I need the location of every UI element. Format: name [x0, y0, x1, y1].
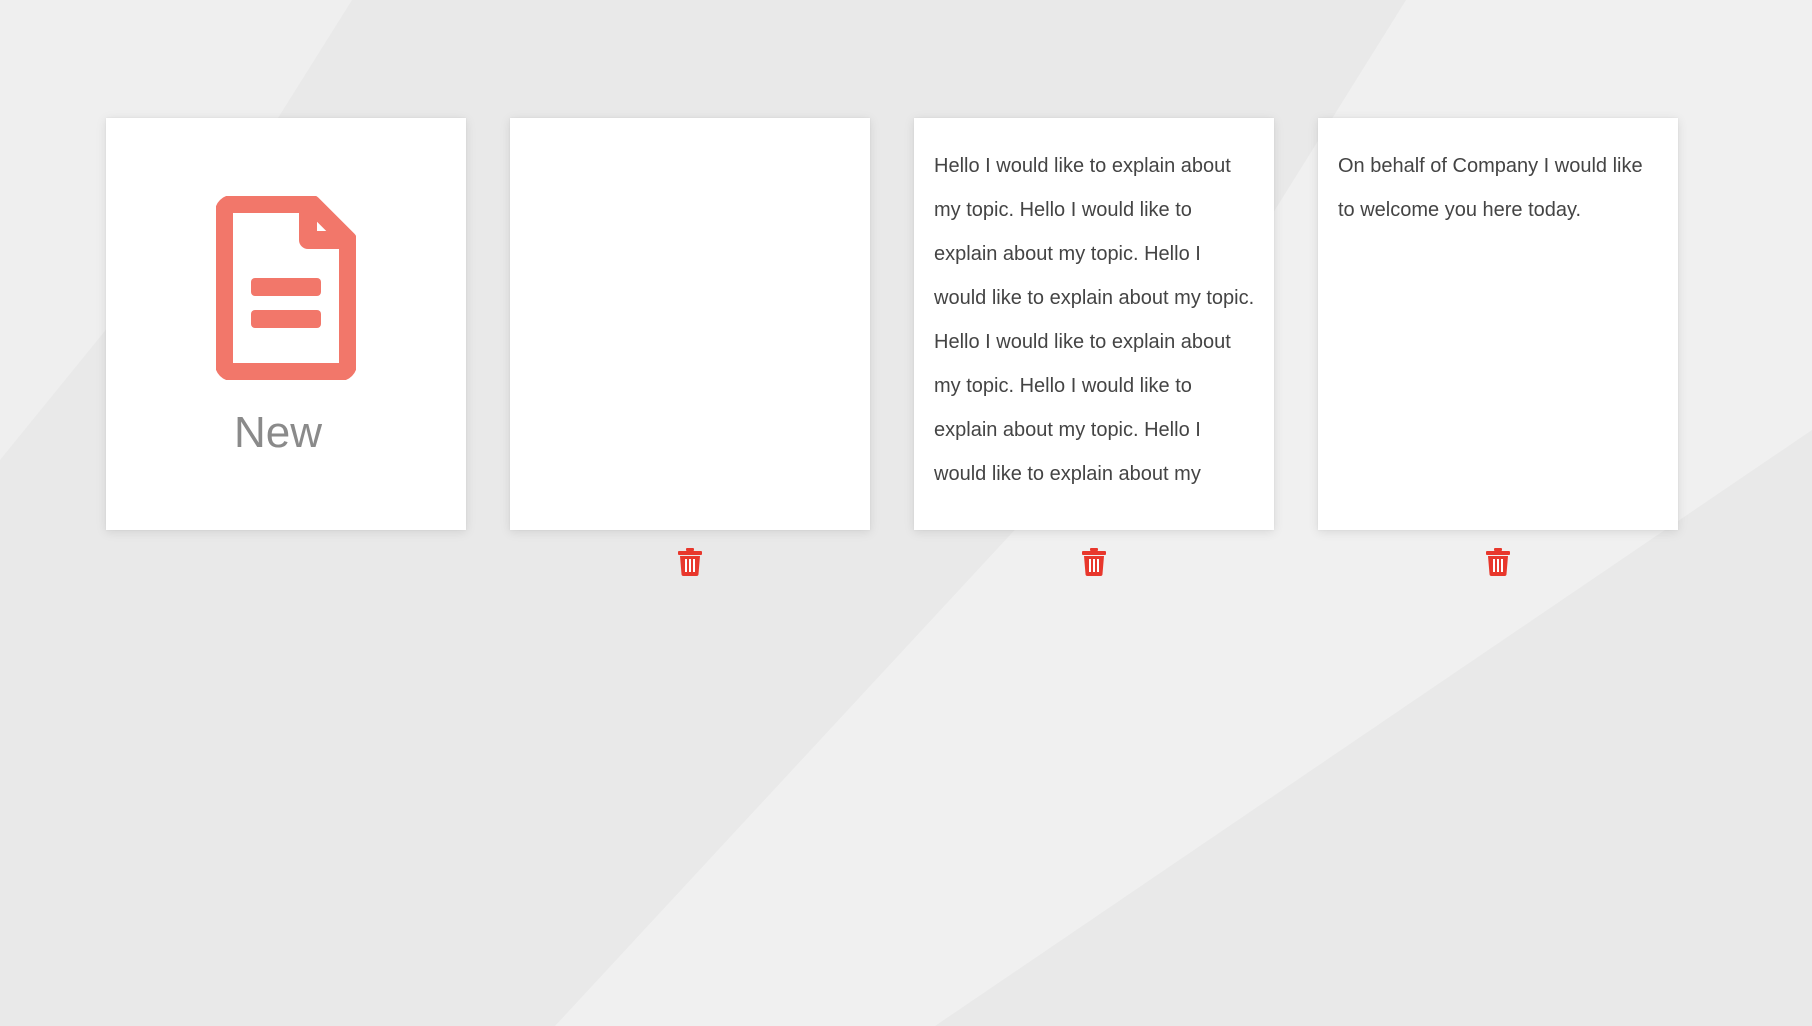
- document-icon: [215, 195, 357, 381]
- delete-note-button[interactable]: [678, 548, 702, 576]
- note-text: Hello I would like to explain about my t…: [934, 155, 1255, 485]
- new-document-card[interactable]: New: [106, 118, 466, 530]
- trash-icon: [1082, 548, 1106, 576]
- new-label: New: [233, 408, 323, 457]
- note-card[interactable]: On behalf of Company I would like to wel…: [1318, 118, 1678, 530]
- trash-icon: [678, 548, 702, 576]
- delete-note-button[interactable]: [1082, 548, 1106, 576]
- note-text: On behalf of Company I would like to wel…: [1338, 155, 1643, 221]
- note-card[interactable]: Hello I would like to explain about my t…: [914, 118, 1274, 530]
- note-card[interactable]: [510, 118, 870, 530]
- delete-note-button[interactable]: [1486, 548, 1510, 576]
- trash-icon: [1486, 548, 1510, 576]
